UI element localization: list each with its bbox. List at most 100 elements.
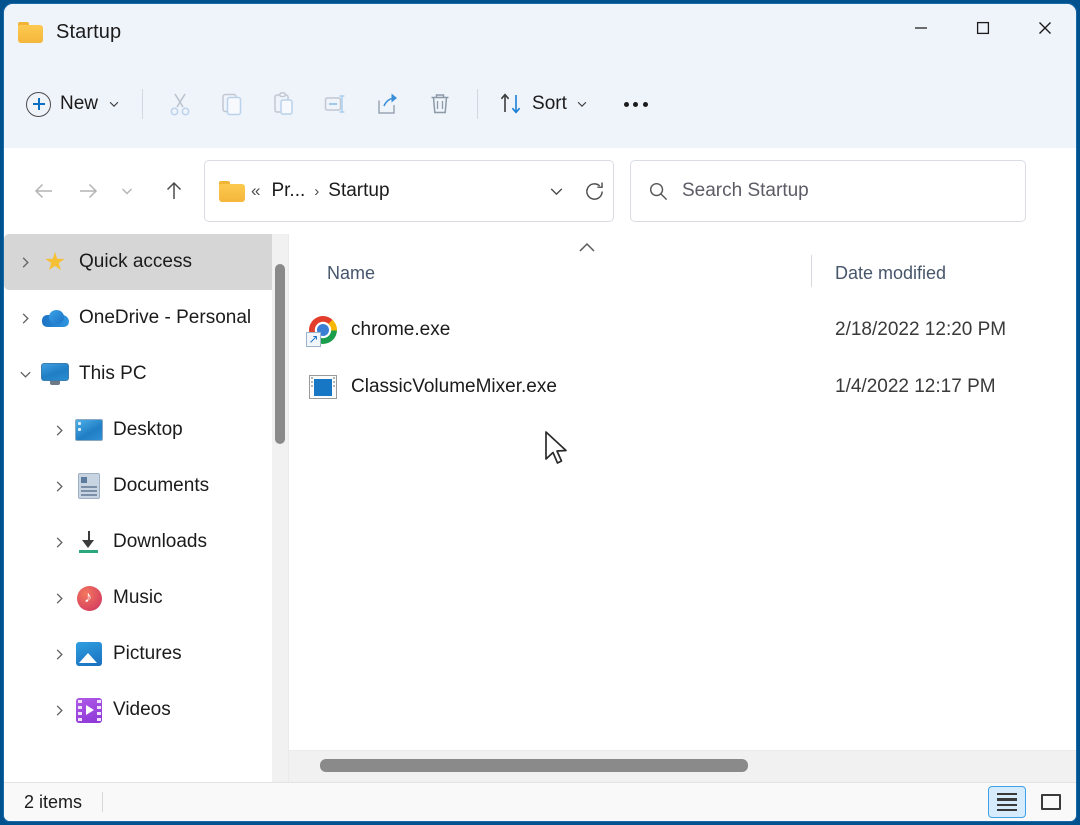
table-row[interactable]: ClassicVolumeMixer.exe 1/4/2022 12:17 PM [289,364,1076,410]
sidebar-label: Videos [113,699,171,720]
forward-button[interactable] [66,169,110,213]
see-more-button[interactable] [610,81,662,127]
sidebar-item-videos[interactable]: Videos [4,682,282,738]
file-date-modified: 2/18/2022 12:20 PM [835,319,1007,340]
breadcrumb-separator: › [314,182,320,200]
sidebar-item-this-pc[interactable]: This PC [4,346,282,402]
explorer-body: ★ Quick access OneDrive - Personal This … [4,234,1076,782]
sidebar-label: Music [113,587,163,608]
search-input[interactable]: Search Startup [682,180,809,202]
chevron-down-icon [577,101,587,107]
sidebar-item-quick-access[interactable]: ★ Quick access [4,234,282,290]
window-title: Startup [56,20,122,43]
sidebar-scrollbar[interactable] [272,234,288,782]
chevron-down-icon [122,188,132,195]
breadcrumb[interactable]: « Pr... › Startup [204,160,614,222]
cut-button[interactable] [154,81,206,127]
breadcrumb-dropdown-button[interactable] [537,161,575,221]
desktop-background: Startup New Sort « Pr... › Startup Searc… [0,0,1080,825]
back-button[interactable] [22,169,66,213]
arrow-left-icon [34,183,52,199]
chevron-right-icon[interactable] [46,423,72,438]
new-button-label: New [60,93,99,114]
file-date-modified: 1/4/2022 12:17 PM [835,376,996,397]
pictures-icon [74,641,104,667]
window-controls [890,4,1076,52]
minimize-button[interactable] [890,4,952,52]
sidebar-scrollbar-thumb[interactable] [275,264,285,444]
title-bar: Startup [4,4,1076,60]
navigation-pane: ★ Quick access OneDrive - Personal This … [4,234,288,782]
up-button[interactable] [152,169,196,213]
copy-icon [222,93,242,116]
delete-button[interactable] [414,81,466,127]
share-button[interactable] [362,81,414,127]
file-list-pane: Name Date modified ↗ chrome.exe 2/18/202… [288,234,1076,782]
chevron-right-icon[interactable] [46,647,72,662]
sidebar-item-desktop[interactable]: Desktop [4,402,282,458]
folder-icon [18,21,44,43]
paste-icon [274,92,293,115]
sidebar-item-downloads[interactable]: Downloads [4,514,282,570]
sidebar-label: Documents [113,475,210,496]
sort-button[interactable]: Sort [489,83,598,125]
sort-icon [500,93,521,114]
sidebar-item-pictures[interactable]: Pictures [4,626,282,682]
horizontal-scrollbar-thumb[interactable] [320,759,748,772]
sidebar-item-onedrive[interactable]: OneDrive - Personal [4,290,282,346]
chevron-right-icon[interactable] [12,311,38,326]
rename-button[interactable] [310,81,362,127]
file-name: chrome.exe [351,319,451,340]
chevron-right-icon[interactable] [46,535,72,550]
downloads-icon [74,529,104,555]
chevron-down-icon[interactable] [12,367,38,382]
toolbar-divider-2 [477,89,479,119]
cut-icon [170,93,190,116]
recent-locations-button[interactable] [110,169,144,213]
delete-icon [431,94,449,114]
sidebar-label: Downloads [113,531,207,552]
file-explorer-window: Startup New Sort « Pr... › Startup Searc… [4,4,1076,821]
chevron-right-icon[interactable] [46,479,72,494]
breadcrumb-segment-current[interactable]: Startup [322,176,395,206]
arrow-right-icon [80,183,98,199]
paste-button[interactable] [258,81,310,127]
dot-1 [623,101,629,107]
column-headers: Name Date modified [289,250,1076,296]
breadcrumb-segment-parent[interactable]: Pr... [265,176,311,206]
music-icon: ♪ [74,585,104,611]
chevron-right-icon[interactable] [12,255,38,270]
maximize-button[interactable] [952,4,1014,52]
file-name: ClassicVolumeMixer.exe [351,376,557,397]
refresh-button[interactable] [575,161,613,221]
sidebar-label: Pictures [113,643,182,664]
column-header-date-modified[interactable]: Date modified [811,250,946,296]
dot-3 [642,101,648,107]
plus-icon [26,91,51,117]
close-button[interactable] [1014,4,1076,52]
sidebar-item-documents[interactable]: Documents [4,458,282,514]
sidebar-item-music[interactable]: ♪ Music [4,570,282,626]
chevron-right-icon[interactable] [46,703,72,718]
horizontal-scrollbar[interactable] [289,750,1076,782]
computer-icon [40,361,70,387]
chevron-right-icon[interactable] [46,591,72,606]
status-bar: 2 items [4,782,1076,821]
large-icons-view-button[interactable] [1032,786,1070,818]
search-box[interactable]: Search Startup [630,160,1026,222]
new-button[interactable]: New [18,83,131,125]
file-name-cell[interactable]: ClassicVolumeMixer.exe [289,375,811,399]
sidebar-label: OneDrive - Personal [79,307,252,328]
dot-2 [633,101,639,107]
sidebar-label: This PC [79,363,147,384]
column-header-name[interactable]: Name [289,250,811,296]
refresh-icon [585,182,603,200]
file-name-cell[interactable]: ↗ chrome.exe [289,316,811,347]
details-view-button[interactable] [988,786,1026,818]
desktop-icon [74,417,104,443]
table-row[interactable]: ↗ chrome.exe 2/18/2022 12:20 PM [289,307,1076,353]
copy-button[interactable] [206,81,258,127]
chevron-down-icon [109,101,119,107]
search-icon [649,182,668,200]
breadcrumb-overflow[interactable]: « [246,181,265,201]
